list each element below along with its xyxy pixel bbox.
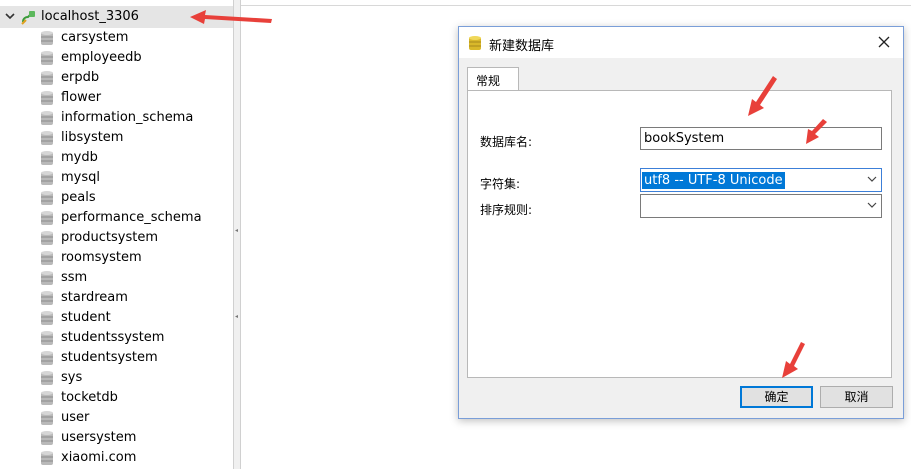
tree-database-item[interactable]: mysql [0, 168, 233, 188]
chevron-down-icon[interactable] [867, 200, 877, 210]
database-name: stardream [61, 290, 128, 305]
database-icon [41, 451, 53, 465]
database-name: information_schema [61, 110, 194, 125]
database-name: xiaomi.com [61, 450, 137, 465]
database-icon [41, 51, 53, 65]
database-icon [41, 391, 53, 405]
tree-database-item[interactable]: roomsystem [0, 248, 233, 268]
close-button[interactable] [871, 31, 897, 53]
chevron-down-icon[interactable] [867, 174, 877, 184]
database-icon [41, 71, 53, 85]
tree-database-item[interactable]: student [0, 308, 233, 328]
tree-database-item[interactable]: user [0, 408, 233, 428]
database-name-input[interactable]: bookSystem [640, 127, 882, 150]
collation-selected-value [642, 198, 646, 215]
database-name: mydb [61, 150, 98, 165]
database-icon [41, 291, 53, 305]
collation-select[interactable] [640, 194, 882, 218]
tree-database-item[interactable]: usersystem [0, 428, 233, 448]
database-icon [41, 211, 53, 225]
database-name: usersystem [61, 430, 137, 445]
tree-database-item[interactable]: peals [0, 188, 233, 208]
database-name: roomsystem [61, 250, 142, 265]
tree-database-item[interactable]: sys [0, 368, 233, 388]
tree-database-item[interactable]: performance_schema [0, 208, 233, 228]
charset-label: 字符集: [480, 177, 521, 191]
dialog-title: 新建数据库 [489, 39, 555, 54]
database-name: carsystem [61, 30, 129, 45]
panel-splitter[interactable]: ◂ ◂ [233, 0, 241, 469]
database-name: studentssystem [61, 330, 165, 345]
database-icon [469, 36, 481, 50]
database-icon [41, 91, 53, 105]
database-icon [41, 31, 53, 45]
database-name: student [61, 310, 111, 325]
database-icon [41, 371, 53, 385]
tree-database-item[interactable]: ssm [0, 268, 233, 288]
tree-database-item[interactable]: information_schema [0, 108, 233, 128]
tree-database-item[interactable]: stardream [0, 288, 233, 308]
database-name-label: 数据库名: [480, 135, 533, 149]
database-icon [41, 331, 53, 345]
tree-connection-node[interactable]: localhost_3306 [0, 6, 233, 28]
tab-general[interactable]: 常规 [467, 67, 519, 91]
database-name: libsystem [61, 130, 124, 145]
database-name-value: bookSystem [644, 131, 725, 146]
dialog-titlebar[interactable]: 新建数据库 [459, 27, 903, 58]
database-icon [41, 131, 53, 145]
cancel-button[interactable]: 取消 [820, 386, 893, 408]
charset-select[interactable]: utf8 -- UTF-8 Unicode [640, 168, 882, 192]
database-name: ssm [61, 270, 88, 285]
new-database-dialog: 新建数据库 常规 数据库名: bookSystem 字符集: utf8 -- U… [458, 26, 904, 419]
splitter-grip-icon: ◂ [235, 227, 239, 234]
database-name: studentsystem [61, 350, 158, 365]
database-name: performance_schema [61, 210, 202, 225]
tree-database-item[interactable]: libsystem [0, 128, 233, 148]
splitter-grip-icon: ◂ [235, 313, 239, 320]
tab-general-label: 常规 [476, 74, 501, 88]
database-icon [41, 111, 53, 125]
connection-tree: localhost_3306 carsystem employeedb erpdb f… [0, 0, 233, 469]
database-icon [41, 171, 53, 185]
database-name: erpdb [61, 70, 100, 85]
database-icon [41, 351, 53, 365]
database-name: sys [61, 370, 83, 385]
database-name: peals [61, 190, 96, 205]
database-icon [41, 151, 53, 165]
database-icon [41, 431, 53, 445]
database-name: tocketdb [61, 390, 118, 405]
ok-button[interactable]: 确定 [740, 386, 813, 408]
tree-database-item[interactable]: productsystem [0, 228, 233, 248]
close-icon [878, 36, 890, 48]
general-tab-panel: 数据库名: bookSystem 字符集: utf8 -- UTF-8 Unic… [467, 90, 892, 378]
database-icon [41, 271, 53, 285]
tree-database-item[interactable]: tocketdb [0, 388, 233, 408]
tree-database-item[interactable]: studentsystem [0, 348, 233, 368]
collation-label: 排序规则: [480, 203, 533, 217]
tree-database-item[interactable]: carsystem [0, 28, 233, 48]
database-icon [41, 231, 53, 245]
database-name: flower [61, 90, 102, 105]
tree-database-item[interactable]: employeedb [0, 48, 233, 68]
divider [241, 5, 911, 6]
connection-icon [21, 11, 35, 25]
database-name: user [61, 410, 90, 425]
database-name: productsystem [61, 230, 158, 245]
chevron-down-icon[interactable] [5, 11, 15, 21]
database-icon [41, 251, 53, 265]
database-icon [41, 191, 53, 205]
database-icon [41, 411, 53, 425]
tree-database-item[interactable]: studentssystem [0, 328, 233, 348]
tree-database-item[interactable]: erpdb [0, 68, 233, 88]
tree-database-item[interactable]: xiaomi.com [0, 448, 233, 468]
tree-database-item[interactable]: flower [0, 88, 233, 108]
database-name: employeedb [61, 50, 142, 65]
connection-label: localhost_3306 [41, 9, 139, 24]
charset-selected-value: utf8 -- UTF-8 Unicode [642, 172, 785, 189]
database-icon [41, 311, 53, 325]
tree-database-item[interactable]: mydb [0, 148, 233, 168]
database-name: mysql [61, 170, 100, 185]
